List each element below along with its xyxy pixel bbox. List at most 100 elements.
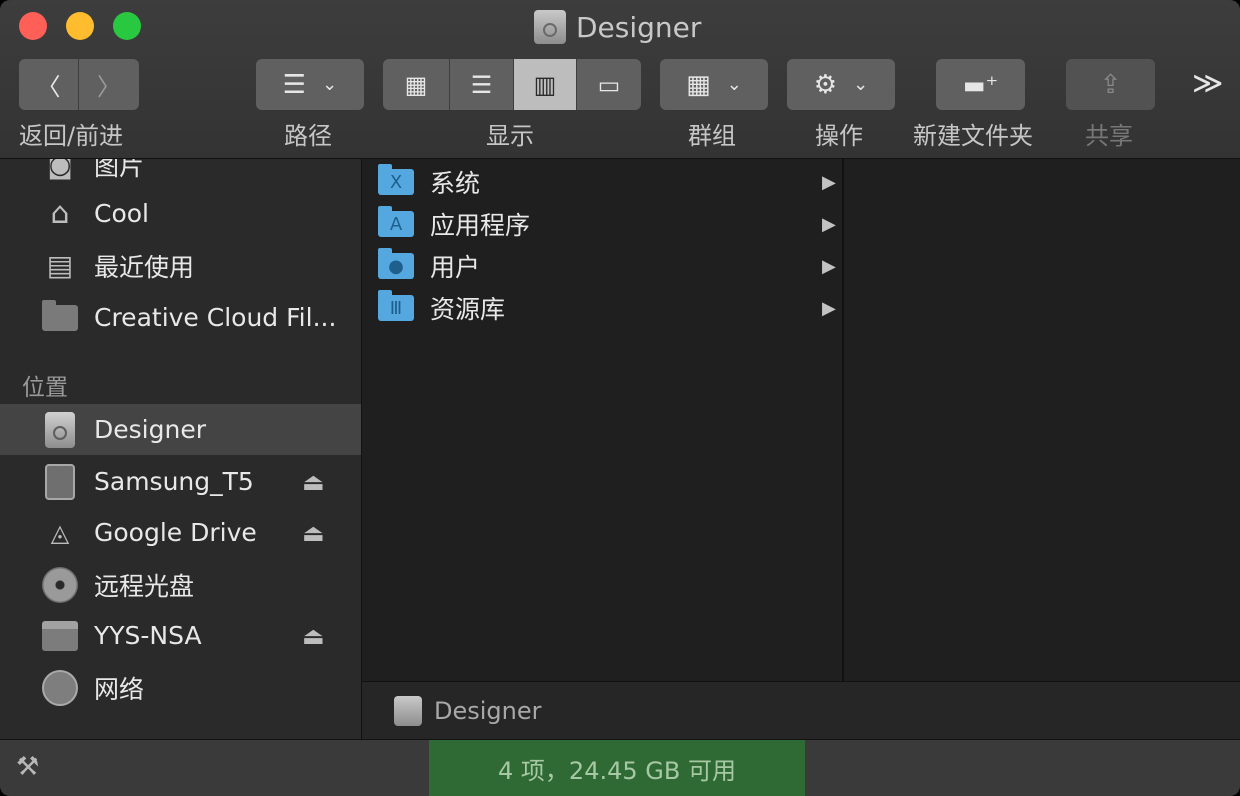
gallery-icon: ▭ [597, 70, 621, 99]
users-folder-icon: ● [378, 248, 414, 279]
applications-folder-icon: A [378, 206, 414, 237]
path-label: 路径 [284, 122, 332, 150]
sidebar-item-creative-cloud[interactable]: Creative Cloud Fil... [0, 292, 361, 343]
disclosure-arrow-icon: ▶ [822, 255, 836, 277]
path-button[interactable]: ☰ ⌄ [256, 59, 364, 110]
path-list-icon: ☰ [282, 69, 307, 100]
new-folder-label: 新建文件夹 [913, 122, 1033, 150]
eject-icon[interactable]: ⏏ [302, 622, 325, 650]
path-bar-item[interactable]: Designer [434, 697, 542, 725]
status-bar: ⚒ 4 项，24.45 GB 可用 [0, 739, 1240, 796]
column-item-applications[interactable]: A 应用程序 ▶ [362, 203, 842, 245]
share-label: 共享 [1085, 122, 1133, 150]
hard-drive-icon [534, 10, 566, 44]
sidebar-item-label: 最近使用 [94, 252, 195, 282]
columns-icon: ▥ [533, 70, 557, 99]
sidebar: ◙ 图片 ⌂ Cool ▤ 最近使用 Creative Cloud Fil...… [0, 159, 362, 739]
group-button[interactable]: ▦ ⌄ [660, 59, 768, 110]
path-bar: Designer [362, 681, 1240, 739]
view-label: 显示 [486, 122, 534, 150]
column-item-label: 系统 [430, 169, 481, 198]
nas-icon [42, 618, 78, 654]
chevron-down-icon: ⌄ [853, 74, 869, 95]
chevron-down-icon: ⌄ [726, 74, 742, 95]
toolbar: Designer 〈 〉 返回/前进 ☰ ⌄ 路径 ▦ ☰ ▥ ▭ 显示 ▦ ⌄… [0, 0, 1240, 159]
sidebar-item-label: Designer [94, 415, 206, 444]
sidebar-item-label: Creative Cloud Fil... [94, 303, 337, 332]
view-gallery-button[interactable]: ▭ [577, 59, 641, 110]
action-label: 操作 [815, 122, 863, 150]
network-icon [42, 669, 78, 706]
google-drive-icon: ◬ [50, 518, 70, 547]
eject-icon[interactable]: ⏏ [302, 468, 325, 496]
eject-icon[interactable]: ⏏ [302, 519, 325, 547]
list-icon: ☰ [470, 70, 493, 99]
status-text: 4 项，24.45 GB 可用 [429, 740, 805, 796]
home-icon: ⌂ [50, 196, 70, 231]
sidebar-item-recents[interactable]: ▤ 最近使用 [0, 240, 361, 291]
disclosure-arrow-icon: ▶ [822, 213, 836, 235]
library-folder-icon: Ⅲ [378, 290, 414, 321]
finder-window: Designer 〈 〉 返回/前进 ☰ ⌄ 路径 ▦ ☰ ▥ ▭ 显示 ▦ ⌄… [0, 0, 1240, 796]
toolbar-overflow-button[interactable]: ≫ [1192, 66, 1223, 101]
sidebar-item-label: 网络 [94, 674, 145, 704]
sidebar-item-designer[interactable]: Designer [0, 404, 361, 455]
system-folder-icon: X [378, 164, 414, 195]
view-list-button[interactable]: ☰ [450, 59, 514, 110]
chevron-left-icon: 〈 [36, 73, 61, 101]
sidebar-item-label: Google Drive [94, 518, 257, 547]
sidebar-item-label: YYS-NSA [94, 621, 202, 650]
window-title: Designer [534, 8, 701, 46]
tools-icon[interactable]: ⚒ [16, 752, 39, 782]
sidebar-item-label: Samsung_T5 [94, 467, 254, 496]
minimize-window-button[interactable] [66, 12, 94, 40]
camera-icon: ◙ [47, 159, 73, 180]
chevron-right-icon: 〉 [97, 73, 121, 101]
column-item-system[interactable]: X 系统 ▶ [362, 161, 842, 203]
group-grid-icon: ▦ [686, 69, 711, 100]
disclosure-arrow-icon: ▶ [822, 297, 836, 319]
column-item-label: 用户 [430, 253, 481, 282]
column-item-library[interactable]: Ⅲ 资源库 ▶ [362, 287, 842, 329]
view-mode-control: ▦ ☰ ▥ ▭ [383, 59, 641, 110]
sidebar-item-network[interactable]: 网络 [0, 662, 361, 713]
share-button[interactable]: ⇪ [1066, 59, 1155, 110]
column-item-label: 应用程序 [430, 211, 531, 240]
back-forward-label: 返回/前进 [19, 122, 124, 150]
sidebar-item-cool[interactable]: ⌂ Cool [0, 188, 361, 239]
view-icons-button[interactable]: ▦ [383, 59, 450, 110]
window-title-text: Designer [576, 10, 702, 44]
external-drive-icon [42, 463, 78, 500]
hard-drive-icon [42, 411, 78, 448]
new-folder-icon: ▬⁺ [962, 70, 999, 99]
new-folder-button[interactable]: ▬⁺ [936, 59, 1025, 110]
sidebar-item-pictures[interactable]: ◙ 图片 [0, 159, 361, 190]
zoom-window-button[interactable] [113, 12, 141, 40]
forward-button[interactable]: 〉 [79, 59, 139, 110]
browser-column-2[interactable] [846, 159, 1240, 681]
sidebar-item-google-drive[interactable]: ◬ Google Drive ⏏ [0, 507, 361, 558]
sidebar-item-label: 图片 [94, 159, 145, 181]
close-window-button[interactable] [19, 12, 47, 40]
sidebar-item-label: 远程光盘 [94, 571, 195, 601]
group-label: 群组 [688, 122, 736, 150]
back-forward-control: 〈 〉 [19, 59, 139, 110]
browser-column-1: X 系统 ▶ A 应用程序 ▶ ● 用户 ▶ Ⅲ 资源库 ▶ [362, 159, 844, 681]
sidebar-section-locations: 位置 [22, 375, 68, 401]
column-item-users[interactable]: ● 用户 ▶ [362, 245, 842, 287]
sidebar-item-label: Cool [94, 199, 149, 228]
action-button[interactable]: ⚙ ⌄ [787, 59, 895, 110]
gear-icon: ⚙ [813, 69, 838, 100]
share-icon: ⇪ [1099, 69, 1122, 100]
sidebar-item-yys-nsa[interactable]: YYS-NSA ⏏ [0, 610, 361, 661]
recents-icon: ▤ [46, 249, 74, 282]
sidebar-item-remote-disc[interactable]: 远程光盘 [0, 559, 361, 610]
view-columns-button[interactable]: ▥ [514, 59, 577, 110]
chevron-down-icon: ⌄ [322, 74, 338, 95]
sidebar-item-samsung-t5[interactable]: Samsung_T5 ⏏ [0, 456, 361, 507]
column-item-label: 资源库 [430, 295, 506, 324]
folder-icon [42, 299, 78, 336]
disc-icon [42, 566, 78, 603]
grid-icon: ▦ [404, 70, 428, 99]
back-button[interactable]: 〈 [19, 59, 79, 110]
